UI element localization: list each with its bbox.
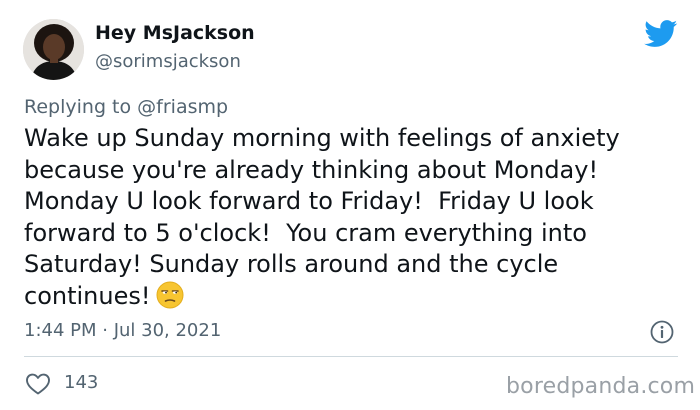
replying-to-line: Replying to @friasmp — [24, 96, 228, 118]
tweet-text-line: Saturday! Sunday rolls around and the cy… — [24, 250, 559, 278]
reply-mention-link[interactable]: @friasmp — [137, 96, 228, 118]
unamused-face-icon — [156, 281, 184, 308]
author-handle[interactable]: @sorimsjackson — [95, 51, 241, 72]
tweet-text-line: because you're already thinking about Mo… — [24, 155, 599, 184]
tweet-text-line: forward to 5 o'clock! You cram everythin… — [24, 218, 587, 247]
info-icon[interactable] — [650, 320, 674, 344]
tweet-card: Hey MsJackson @sorimsjackson Replying to… — [0, 0, 700, 410]
replying-to-label: Replying to — [24, 96, 132, 118]
divider — [24, 356, 678, 357]
tweet-text-line-last-text: continues! — [24, 281, 151, 310]
tweet-text-line: Wake up Sunday morning with feelings of … — [24, 124, 620, 152]
author-display-name[interactable]: Hey MsJackson — [95, 22, 255, 44]
profile-photo-icon — [23, 19, 84, 80]
heart-icon[interactable] — [25, 372, 51, 396]
avatar[interactable] — [23, 19, 84, 80]
watermark: boredpanda.com — [506, 374, 696, 399]
tweet-text-line: Monday U look forward to Friday! Friday … — [24, 187, 594, 215]
tweet-text-line-last: continues! — [24, 281, 684, 313]
tweet-text: Wake up Sunday morning with feelings of … — [24, 123, 684, 312]
tweet-timestamp[interactable]: 1:44 PM · Jul 30, 2021 — [24, 320, 221, 341]
like-count[interactable]: 143 — [64, 372, 98, 393]
twitter-bird-icon[interactable] — [644, 20, 678, 48]
